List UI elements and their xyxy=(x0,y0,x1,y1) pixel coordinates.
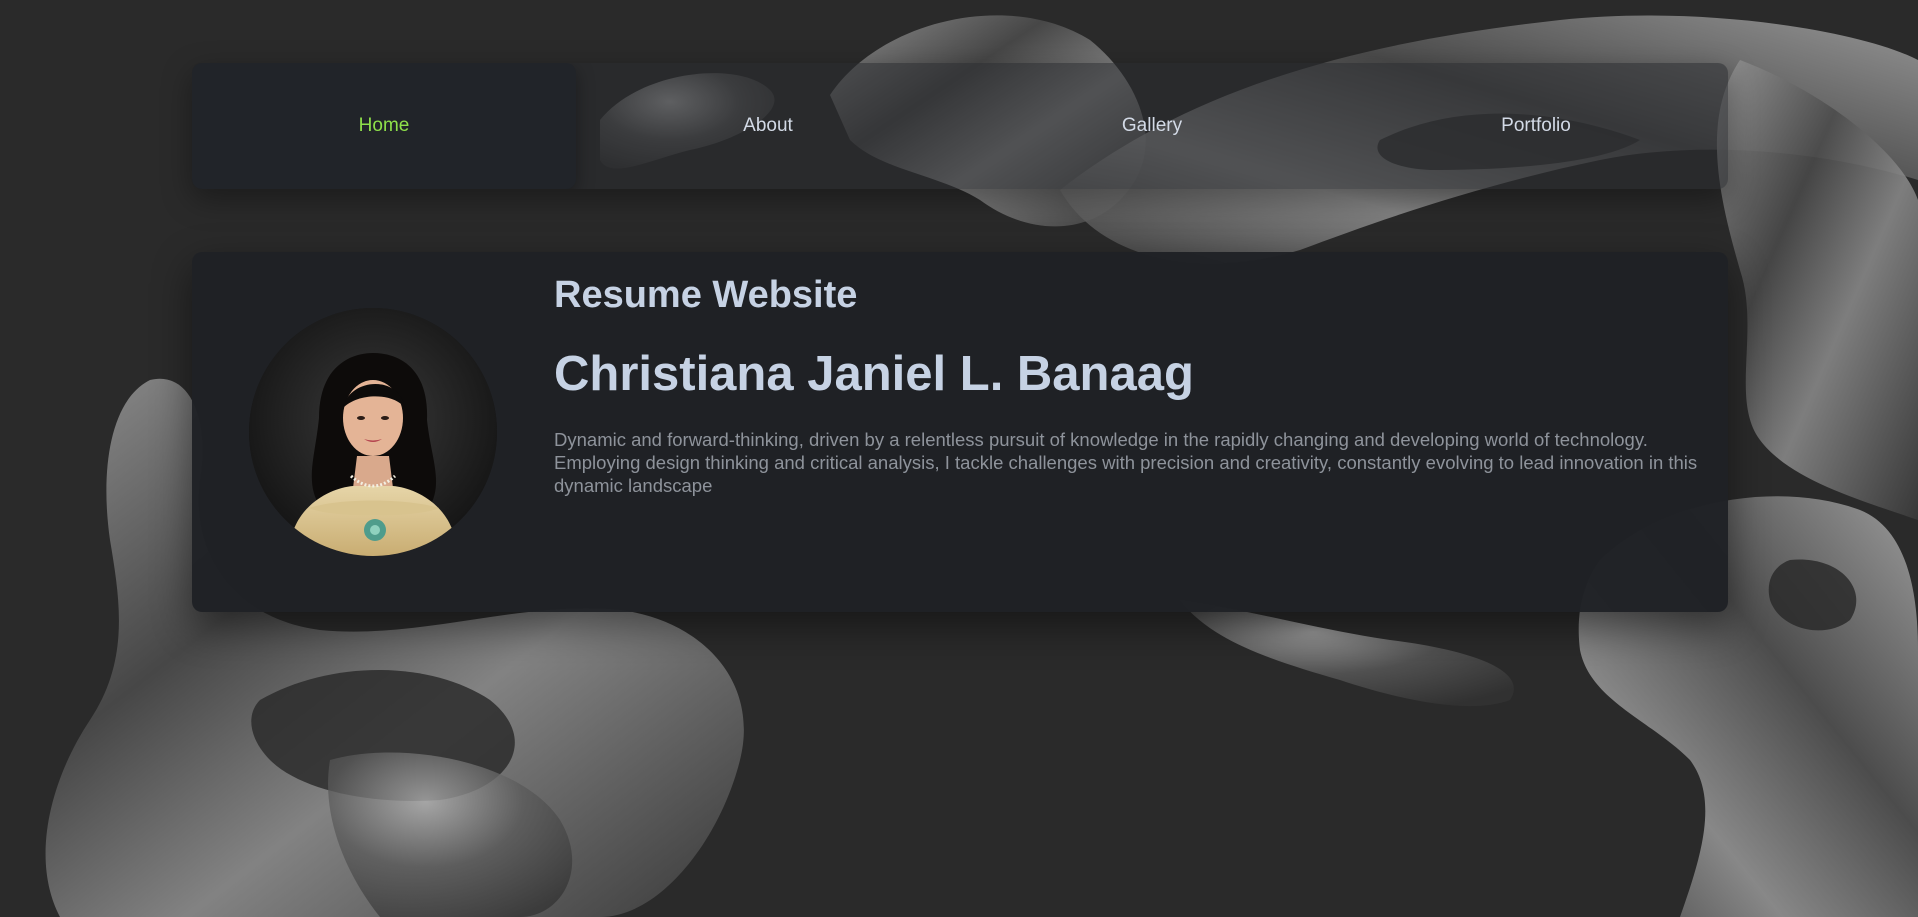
bio-paragraph: Dynamic and forward-thinking, driven by … xyxy=(554,429,1698,496)
person-name-heading: Christiana Janiel L. Banaag xyxy=(554,347,1194,401)
profile-photo xyxy=(249,308,497,556)
page: Home About Gallery Portfolio Resume Webs… xyxy=(0,0,1918,917)
main-navigation: Home About Gallery Portfolio xyxy=(192,63,1728,189)
nav-item-home[interactable]: Home xyxy=(192,63,576,189)
nav-item-about[interactable]: About xyxy=(576,63,960,189)
hero-card: Resume Website Christiana Janiel L. Bana… xyxy=(192,252,1728,612)
nav-item-portfolio[interactable]: Portfolio xyxy=(1344,63,1728,189)
nav-item-gallery[interactable]: Gallery xyxy=(960,63,1344,189)
profile-portrait-image xyxy=(249,308,497,556)
site-title: Resume Website xyxy=(554,274,858,316)
